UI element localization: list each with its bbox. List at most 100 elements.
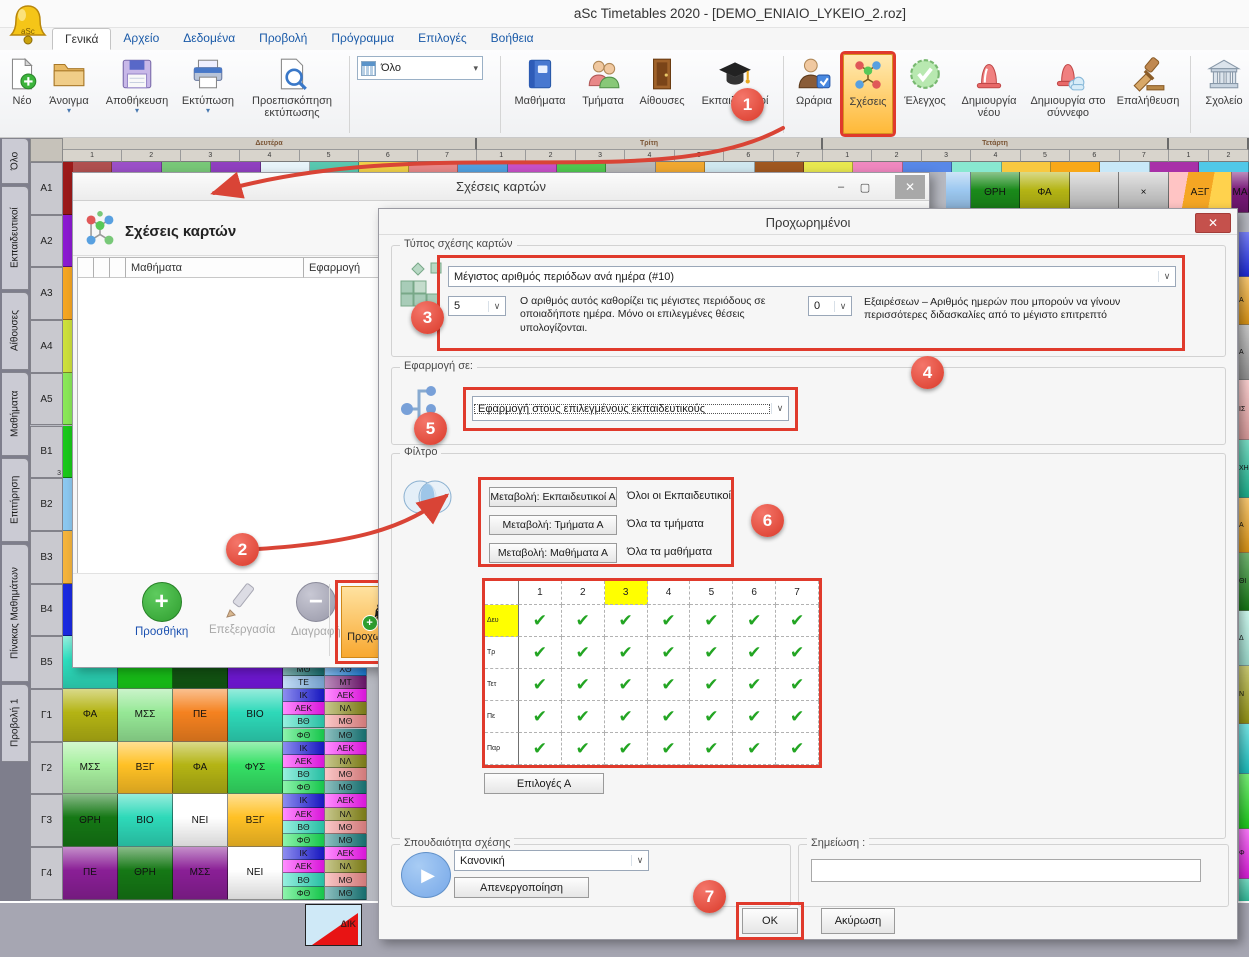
- grid-check-cell[interactable]: ✔: [733, 701, 776, 733]
- grid-row-label-Τρ[interactable]: Τρ: [485, 637, 519, 669]
- menu-tab-Δεδομένα[interactable]: Δεδομένα: [171, 28, 247, 50]
- grid-check-cell[interactable]: ✔: [605, 637, 648, 669]
- classrooms-button[interactable]: Αίθουσες: [632, 52, 692, 137]
- exceptions-select[interactable]: 0 ∨: [808, 296, 852, 316]
- menu-tab-Προβολή[interactable]: Προβολή: [247, 28, 319, 50]
- grid-check-cell[interactable]: ✔: [519, 637, 562, 669]
- print-button[interactable]: Εκτύπωση▾: [176, 52, 240, 137]
- relations-button[interactable]: Σχέσεις: [843, 54, 893, 134]
- deactivate-button[interactable]: Απενεργοποίηση: [454, 877, 589, 898]
- check-button[interactable]: Έλεγχος: [897, 52, 953, 137]
- classes-label: Τμήματα: [582, 95, 624, 107]
- filter-change-button-0[interactable]: Μεταβολή: Εκπαιδευτικοί Α: [489, 487, 617, 507]
- grid-check-cell[interactable]: ✔: [519, 669, 562, 701]
- grid-check-cell[interactable]: ✔: [690, 733, 733, 765]
- filter-change-button-2[interactable]: Μεταβολή: Μαθήματα Α: [489, 543, 617, 563]
- grid-check-cell[interactable]: ✔: [519, 701, 562, 733]
- grid-check-cell[interactable]: ✔: [776, 701, 819, 733]
- grid-check-cell[interactable]: ✔: [519, 605, 562, 637]
- grid-check-cell[interactable]: ✔: [733, 605, 776, 637]
- contracts-label: Ωράρια: [796, 95, 832, 107]
- grid-check-cell[interactable]: ✔: [562, 733, 605, 765]
- chevron-down-icon: ∨: [771, 403, 788, 414]
- grid-check-cell[interactable]: ✔: [776, 605, 819, 637]
- app-logo-bell-icon[interactable]: aSc: [8, 2, 48, 48]
- options-a-button[interactable]: Επιλογές Α: [484, 773, 604, 794]
- importance-select[interactable]: Κανονική ∨: [454, 850, 649, 871]
- grid-check-cell[interactable]: ✔: [648, 733, 691, 765]
- card-relationships-titlebar[interactable]: Σχέσεις καρτών – ▢ ✕: [73, 173, 929, 201]
- generate-new-button[interactable]: Δημιουργία νέου: [953, 52, 1025, 137]
- grid-row-label-Τετ[interactable]: Τετ: [485, 669, 519, 701]
- grid-check-cell[interactable]: ✔: [605, 701, 648, 733]
- grid-check-cell[interactable]: ✔: [648, 637, 691, 669]
- edit-button[interactable]: Επεξεργασία: [209, 582, 275, 636]
- relation-type-select[interactable]: Μέγιστος αριθμός περιόδων ανά ημέρα (#10…: [448, 266, 1176, 287]
- add-button[interactable]: + Προσθήκη: [135, 582, 188, 638]
- max-periods-select[interactable]: 5 ∨: [448, 296, 506, 316]
- grid-column-header-3[interactable]: 3: [605, 581, 648, 605]
- grid-check-cell[interactable]: ✔: [562, 701, 605, 733]
- grid-check-cell[interactable]: ✔: [733, 637, 776, 669]
- grid-check-cell[interactable]: ✔: [648, 669, 691, 701]
- menu-tab-Επιλογές[interactable]: Επιλογές: [406, 28, 479, 50]
- grid-check-cell[interactable]: ✔: [776, 733, 819, 765]
- grid-check-cell[interactable]: ✔: [562, 637, 605, 669]
- grid-row-label-Δευ[interactable]: Δευ: [485, 605, 519, 637]
- menu-tab-Πρόγραμμα[interactable]: Πρόγραμμα: [319, 28, 406, 50]
- grid-column-header-5[interactable]: 5: [690, 581, 733, 605]
- grid-check-cell[interactable]: ✔: [605, 605, 648, 637]
- open-button[interactable]: Άνοιγμα▾: [40, 52, 98, 137]
- view-combo[interactable]: Όλο▾: [357, 56, 483, 80]
- grid-row-label-Παρ[interactable]: Παρ: [485, 733, 519, 765]
- grid-column-header-4[interactable]: 4: [648, 581, 691, 605]
- school-button[interactable]: Σχολείο: [1196, 52, 1249, 137]
- note-input[interactable]: [811, 859, 1201, 882]
- type-controls-highlight-box: Μέγιστος αριθμός περιόδων ανά ημέρα (#10…: [437, 255, 1185, 351]
- ok-button[interactable]: OK: [742, 908, 798, 934]
- grid-column-header-7[interactable]: 7: [776, 581, 819, 605]
- generate-cloud-button[interactable]: Δημιουργία στο σύννεφο: [1025, 52, 1111, 137]
- menu-tab-Αρχείο[interactable]: Αρχείο: [111, 28, 171, 50]
- grid-check-cell[interactable]: ✔: [605, 669, 648, 701]
- grid-check-cell[interactable]: ✔: [648, 701, 691, 733]
- grid-column-header-1[interactable]: 1: [519, 581, 562, 605]
- subjects-button[interactable]: Μαθήματα: [506, 52, 574, 137]
- grid-check-cell[interactable]: ✔: [733, 669, 776, 701]
- grid-check-cell[interactable]: ✔: [690, 637, 733, 669]
- minimize-button[interactable]: –: [831, 179, 851, 195]
- filter-change-button-1[interactable]: Μεταβολή: Τμήματα Α: [489, 515, 617, 535]
- grid-check-cell[interactable]: ✔: [562, 605, 605, 637]
- contracts-button[interactable]: Ωράρια: [789, 52, 839, 137]
- grid-check-cell[interactable]: ✔: [562, 669, 605, 701]
- save-button[interactable]: Αποθήκευση▾: [98, 52, 176, 137]
- grid-check-cell[interactable]: ✔: [605, 733, 648, 765]
- verify-button[interactable]: Επαλήθευση: [1111, 52, 1185, 137]
- close-button[interactable]: ✕: [895, 175, 925, 199]
- classes-button[interactable]: Τμήματα: [574, 52, 632, 137]
- grid-check-cell[interactable]: ✔: [648, 605, 691, 637]
- new-button[interactable]: Νέο: [4, 52, 40, 137]
- grid-check-cell[interactable]: ✔: [690, 605, 733, 637]
- apply-to-select[interactable]: Εφαρμογή στους επιλεγμένους εκπαιδευτικο…: [472, 396, 789, 421]
- menu-tab-Βοήθεια[interactable]: Βοήθεια: [479, 28, 546, 50]
- grid-check-cell[interactable]: ✔: [776, 637, 819, 669]
- grid-column-header-6[interactable]: 6: [733, 581, 776, 605]
- grid-check-cell[interactable]: ✔: [519, 733, 562, 765]
- close-button[interactable]: ✕: [1195, 213, 1231, 233]
- cancel-button[interactable]: Ακύρωση: [821, 908, 895, 934]
- print-preview-button[interactable]: Προεπισκόπηση εκτύπωσης: [240, 52, 344, 137]
- dik-card[interactable]: ΔΙΚ: [305, 904, 362, 946]
- view-combo-value: Όλο: [381, 62, 401, 74]
- grid-check-cell[interactable]: ✔: [733, 733, 776, 765]
- delete-button[interactable]: − Διαγραφή: [291, 582, 341, 638]
- siren-cloud-icon: [1050, 56, 1086, 92]
- maximize-button[interactable]: ▢: [855, 179, 875, 195]
- play-icon: ▶: [401, 852, 451, 898]
- grid-column-header-2[interactable]: 2: [562, 581, 605, 605]
- grid-check-cell[interactable]: ✔: [690, 701, 733, 733]
- grid-row-label-Πε[interactable]: Πε: [485, 701, 519, 733]
- menu-tab-Γενικά[interactable]: Γενικά: [52, 28, 111, 50]
- grid-check-cell[interactable]: ✔: [776, 669, 819, 701]
- grid-check-cell[interactable]: ✔: [690, 669, 733, 701]
